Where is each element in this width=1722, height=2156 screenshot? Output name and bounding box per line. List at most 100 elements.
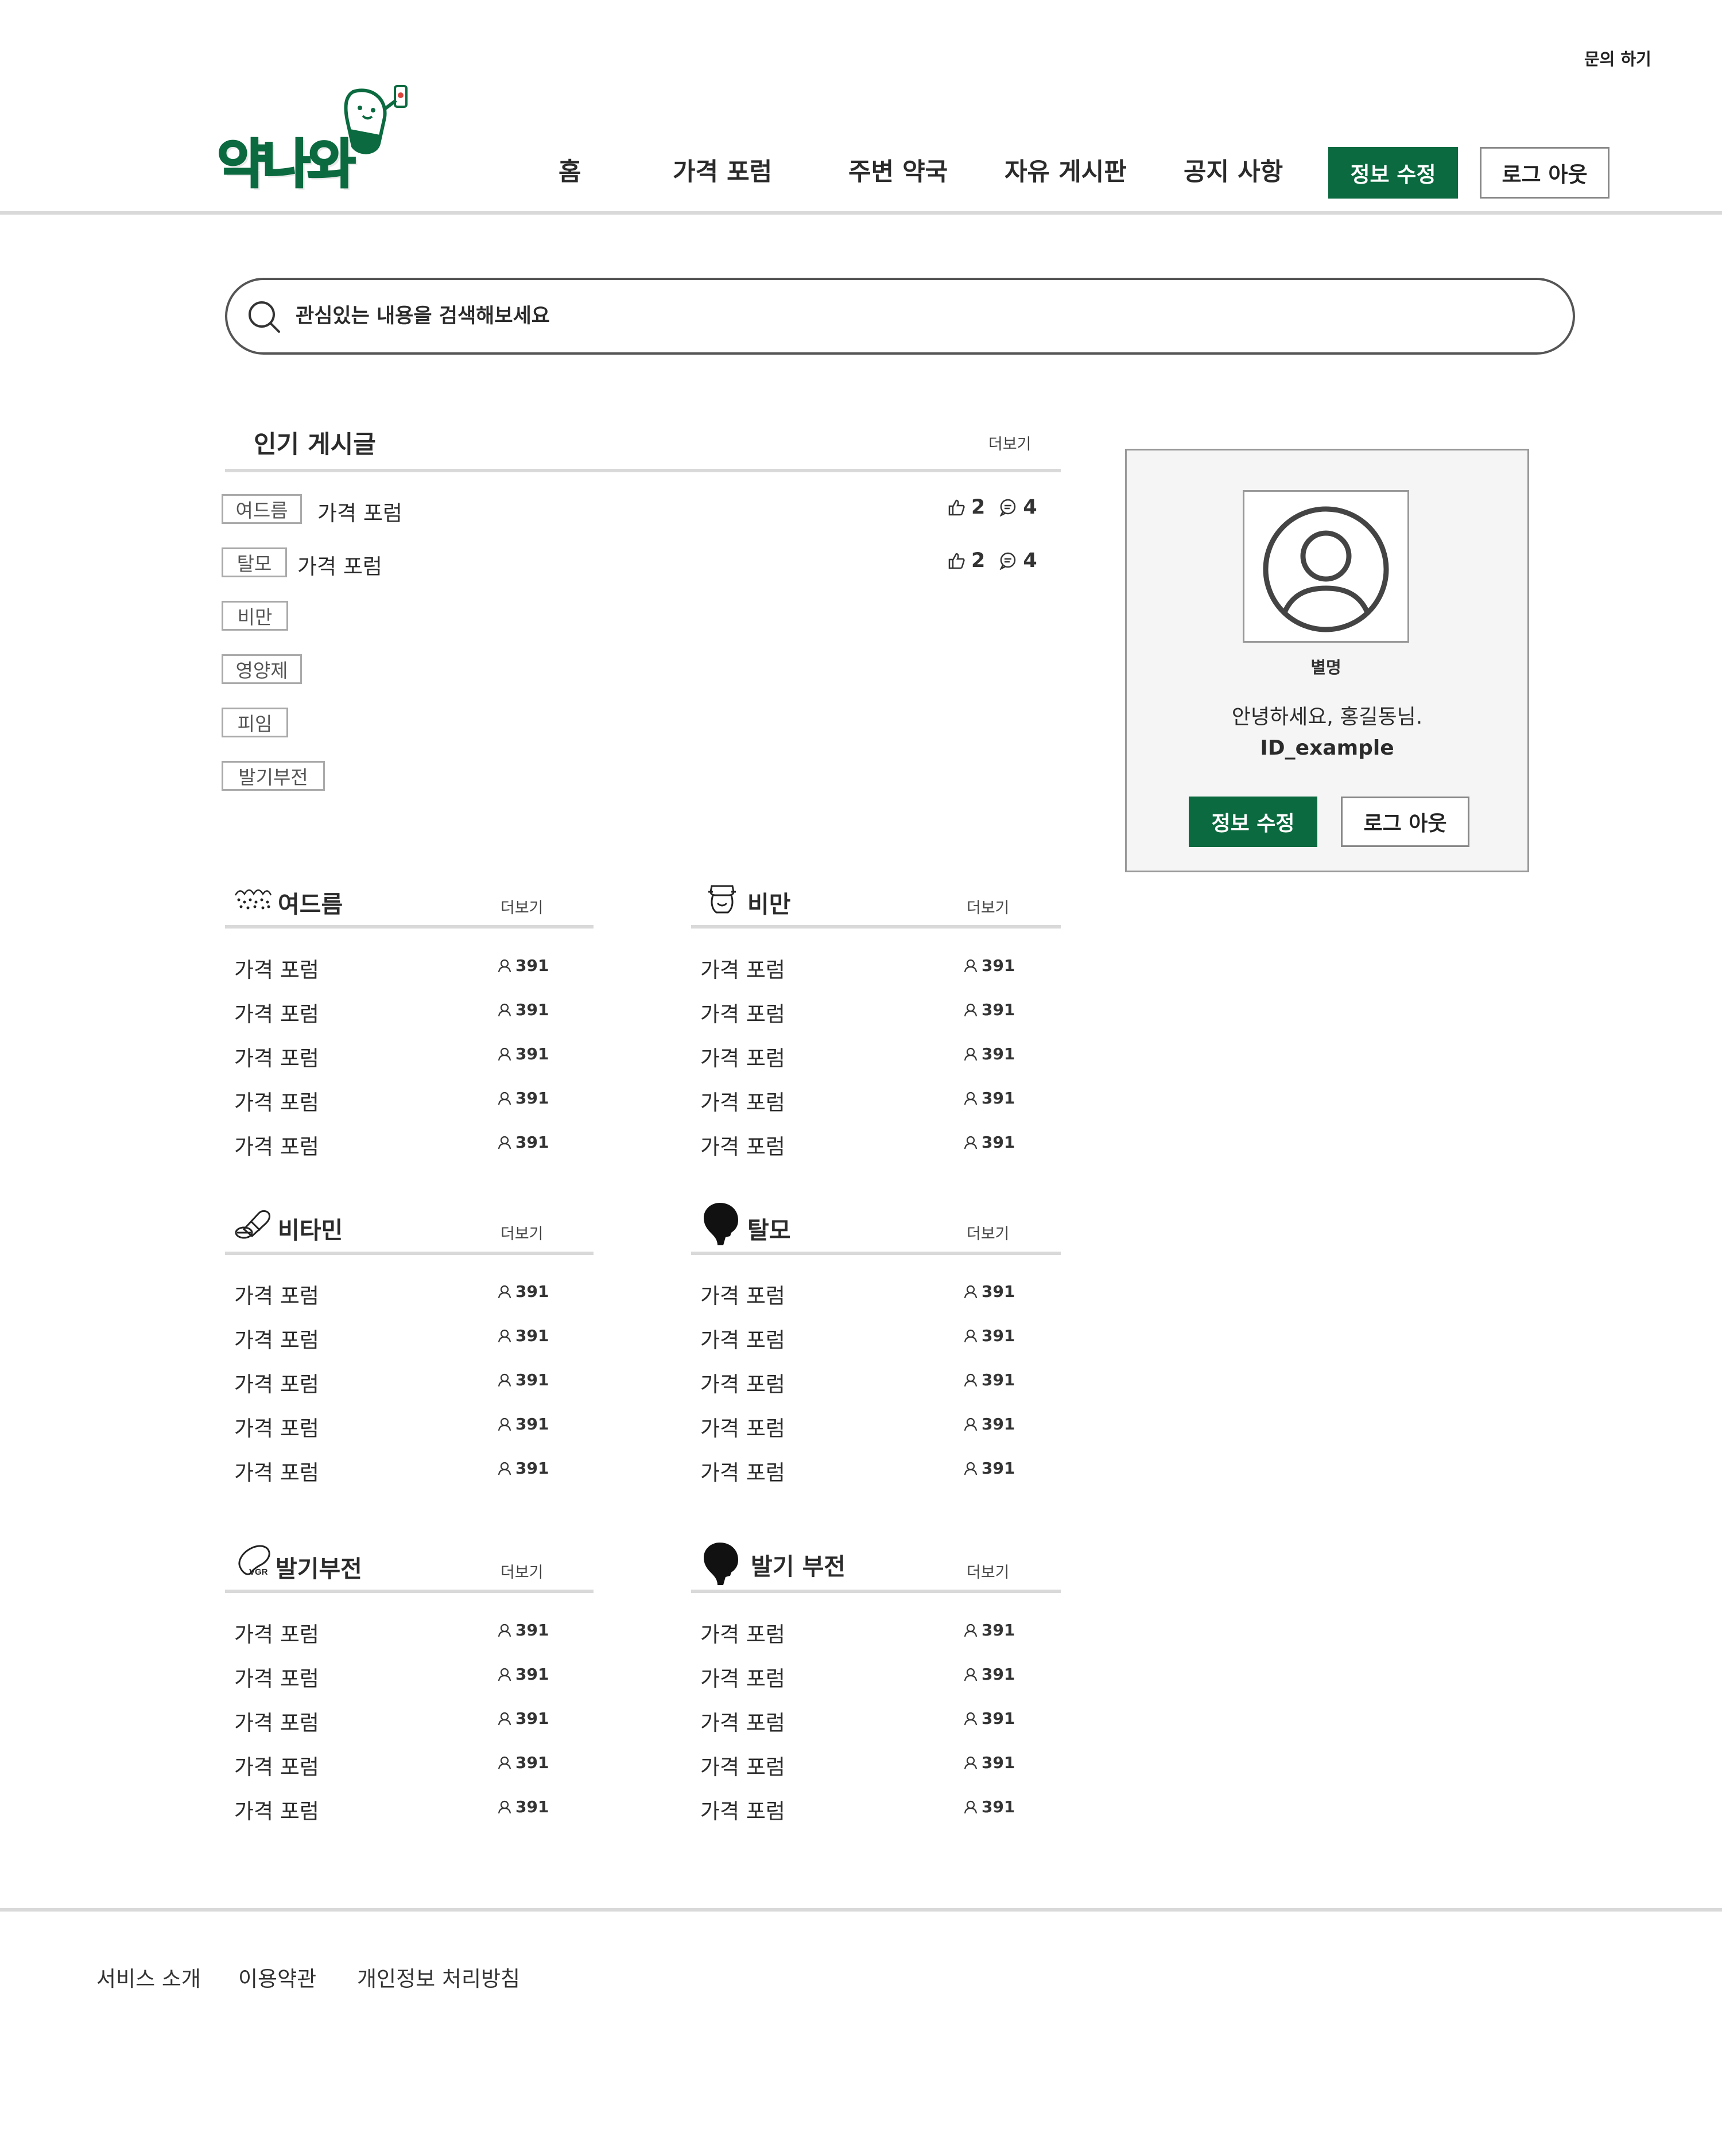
footer-link-about[interactable]: 서비스 소개 — [96, 1961, 201, 1992]
list-item-title[interactable]: 가격 포럼 — [234, 1279, 319, 1310]
list-item-title[interactable]: 가격 포럼 — [700, 1323, 785, 1354]
search-input[interactable] — [296, 298, 1530, 334]
tag-obesity[interactable]: 비만 — [222, 601, 288, 631]
category-title-ed-2[interactable]: 발기 부전 — [751, 1547, 846, 1582]
profile-logout-button[interactable]: 로그 아웃 — [1341, 797, 1469, 847]
popular-more-link[interactable]: 더보기 — [988, 432, 1031, 454]
list-item-view-count: 391 — [963, 1370, 1015, 1389]
popular-post-title[interactable]: 가격 포럼 — [317, 496, 402, 527]
footer-link-privacy[interactable]: 개인정보 처리방침 — [357, 1961, 520, 1992]
contact-link[interactable]: 문의 하기 — [1584, 46, 1651, 70]
user-icon — [498, 1462, 511, 1475]
list-item-title[interactable]: 가격 포럼 — [700, 1455, 785, 1486]
user-icon — [964, 1756, 978, 1769]
view-count: 391 — [982, 1797, 1015, 1816]
list-item-title[interactable]: 가격 포럼 — [234, 1411, 319, 1442]
nav-free-board[interactable]: 자유 게시판 — [1004, 152, 1127, 188]
nav-home[interactable]: 홈 — [559, 152, 581, 188]
list-item-title[interactable]: 가격 포럼 — [234, 1617, 319, 1648]
view-count: 391 — [515, 1459, 549, 1478]
popular-title: 인기 게시글 — [254, 430, 376, 459]
search-icon[interactable] — [247, 300, 281, 334]
list-item-title[interactable]: 가격 포럼 — [700, 1411, 785, 1442]
category-title-vitamin[interactable]: 비타민 — [278, 1211, 343, 1245]
footer-link-terms[interactable]: 이용약관 — [238, 1961, 316, 1992]
logo[interactable]: 약나와 — [212, 80, 419, 196]
tag-contraception[interactable]: 피임 — [222, 708, 288, 737]
logo-wordmark: 약나와 — [216, 133, 357, 196]
category-more-link[interactable]: 더보기 — [967, 1221, 1010, 1244]
category-divider — [225, 925, 594, 929]
list-item-title[interactable]: 가격 포럼 — [234, 1706, 319, 1737]
logout-button[interactable]: 로그 아웃 — [1480, 147, 1609, 199]
list-item-view-count: 391 — [963, 1753, 1015, 1772]
user-icon — [964, 1285, 978, 1298]
list-item-title[interactable]: 가격 포럼 — [700, 1750, 785, 1781]
list-item-title[interactable]: 가격 포럼 — [700, 1661, 785, 1692]
list-item-title[interactable]: 가격 포럼 — [234, 1323, 319, 1354]
category-more-link[interactable]: 더보기 — [501, 895, 544, 918]
tag-acne[interactable]: 여드름 — [222, 494, 302, 524]
list-item-title[interactable]: 가격 포럼 — [700, 997, 785, 1028]
list-item-view-count: 391 — [963, 1000, 1015, 1019]
list-item-view-count: 391 — [963, 1797, 1015, 1816]
nav-price-forum[interactable]: 가격 포럼 — [673, 152, 772, 188]
list-item-view-count: 391 — [497, 1044, 549, 1063]
category-more-link[interactable]: 더보기 — [967, 1560, 1010, 1582]
list-item-view-count: 391 — [963, 1665, 1015, 1684]
list-item-title[interactable]: 가격 포럼 — [700, 953, 785, 984]
obesity-icon — [706, 883, 738, 915]
category-more-link[interactable]: 더보기 — [967, 895, 1010, 918]
category-title-hair-loss[interactable]: 탈모 — [747, 1211, 790, 1245]
list-item-title[interactable]: 가격 포럼 — [700, 1279, 785, 1310]
list-item-title[interactable]: 가격 포럼 — [700, 1041, 785, 1072]
view-count: 391 — [982, 1326, 1015, 1345]
list-item-title[interactable]: 가격 포럼 — [234, 1661, 319, 1692]
category-more-link[interactable]: 더보기 — [501, 1221, 544, 1244]
list-item-title[interactable]: 가격 포럼 — [234, 1455, 319, 1486]
svg-text:VGR: VGR — [249, 1567, 268, 1577]
list-item-title[interactable]: 가격 포럼 — [700, 1706, 785, 1737]
list-item-view-count: 391 — [497, 1133, 549, 1152]
nav-notice[interactable]: 공지 사항 — [1184, 152, 1283, 188]
tag-supplement[interactable]: 영양제 — [222, 654, 302, 684]
list-item-title[interactable]: 가격 포럼 — [700, 1617, 785, 1648]
list-item-title[interactable]: 가격 포럼 — [234, 1794, 319, 1825]
user-icon — [498, 959, 511, 972]
thumbs-up-icon — [948, 499, 965, 516]
user-icon — [498, 1800, 511, 1813]
nav-nearby-pharmacy[interactable]: 주변 약국 — [848, 152, 948, 188]
user-icon — [498, 1373, 511, 1386]
list-item-title[interactable]: 가격 포럼 — [234, 997, 319, 1028]
header-divider — [0, 211, 1722, 215]
vitamin-pill-icon — [232, 1206, 273, 1241]
category-title-obesity[interactable]: 비만 — [747, 885, 790, 919]
list-item-title[interactable]: 가격 포럼 — [234, 1750, 319, 1781]
list-item-view-count: 391 — [497, 1326, 549, 1345]
list-item-title[interactable]: 가격 포럼 — [234, 1085, 319, 1116]
list-item-title[interactable]: 가격 포럼 — [234, 1041, 319, 1072]
view-count: 391 — [515, 1709, 549, 1728]
profile-greeting: 안녕하세요, 홍길동님. — [1231, 705, 1423, 729]
tag-hair-loss[interactable]: 탈모 — [222, 547, 287, 577]
like-count: 2 — [971, 496, 986, 519]
view-count: 391 — [515, 1044, 549, 1063]
list-item-title[interactable]: 가격 포럼 — [700, 1129, 785, 1160]
category-more-link[interactable]: 더보기 — [501, 1560, 544, 1582]
category-title-ed[interactable]: 발기부전 — [276, 1549, 362, 1584]
list-item-title[interactable]: 가격 포럼 — [234, 1367, 319, 1398]
user-icon — [498, 1329, 511, 1342]
popular-post-title[interactable]: 가격 포럼 — [297, 549, 382, 580]
category-divider — [225, 1252, 594, 1255]
category-title-acne[interactable]: 여드름 — [278, 885, 343, 919]
list-item-title[interactable]: 가격 포럼 — [700, 1085, 785, 1116]
edit-info-button[interactable]: 정보 수정 — [1328, 147, 1458, 199]
tag-erectile-dysfunction[interactable]: 발기부전 — [222, 761, 325, 791]
view-count: 391 — [515, 1089, 549, 1108]
list-item-title[interactable]: 가격 포럼 — [234, 953, 319, 984]
view-count: 391 — [515, 1621, 549, 1640]
profile-edit-button[interactable]: 정보 수정 — [1189, 797, 1317, 847]
list-item-title[interactable]: 가격 포럼 — [700, 1794, 785, 1825]
list-item-title[interactable]: 가격 포럼 — [700, 1367, 785, 1398]
list-item-title[interactable]: 가격 포럼 — [234, 1129, 319, 1160]
